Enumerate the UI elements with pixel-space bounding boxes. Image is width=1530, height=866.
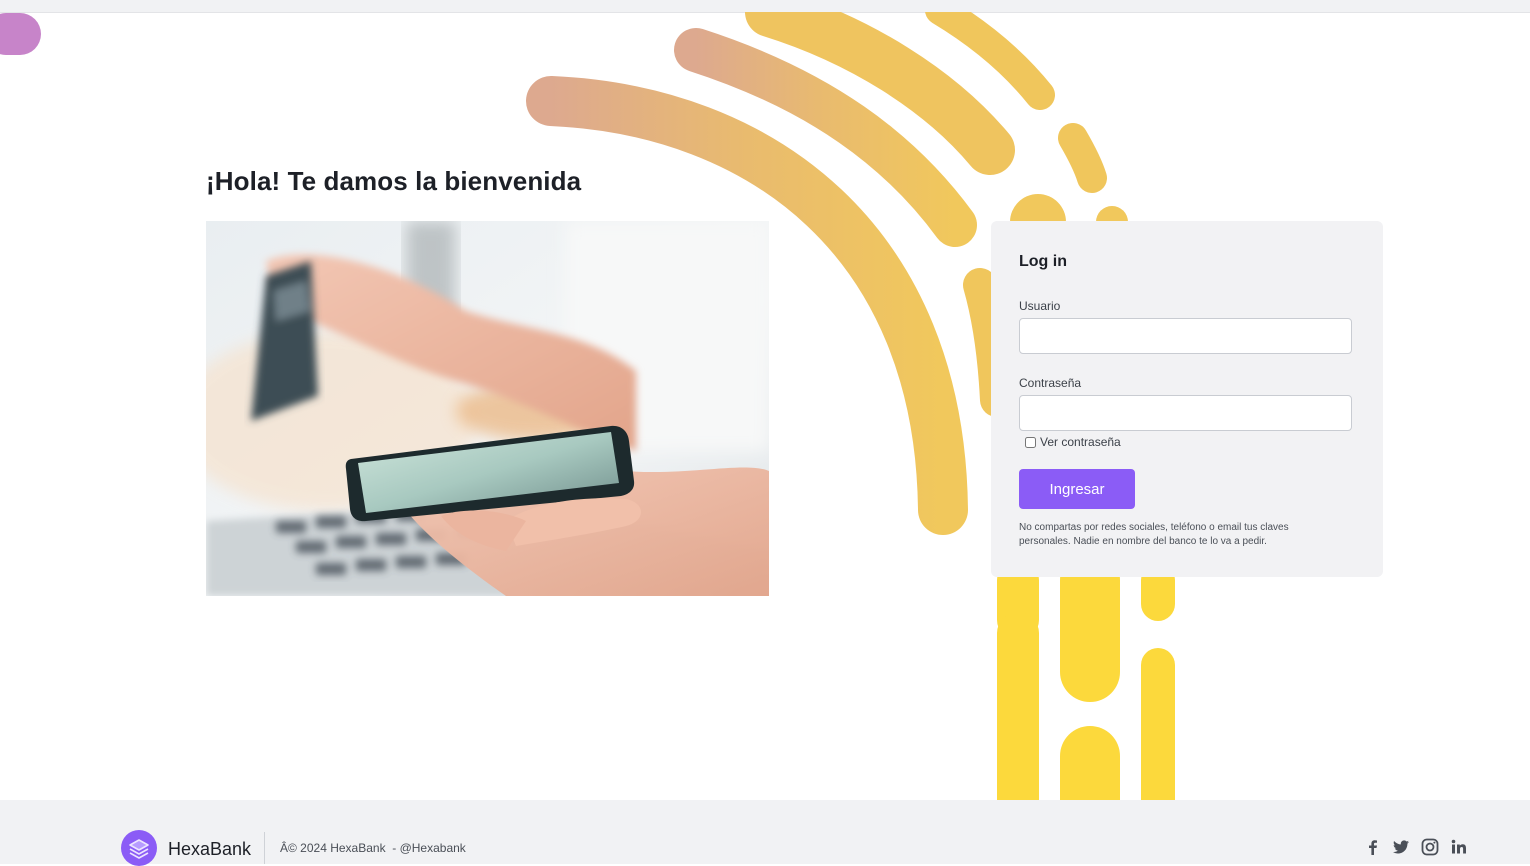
instagram-icon[interactable] xyxy=(1421,838,1439,856)
username-label: Usuario xyxy=(1019,299,1061,313)
browser-top-border xyxy=(0,0,1530,13)
welcome-heading: ¡Hola! Te damos la bienvenida xyxy=(206,166,582,196)
login-submit-button[interactable]: Ingresar xyxy=(1019,469,1135,509)
footer-brand: HexaBank xyxy=(168,839,252,859)
show-password-checkbox[interactable] xyxy=(1025,436,1036,448)
show-password-label: Ver contraseña xyxy=(1040,435,1121,449)
username-input[interactable] xyxy=(1019,318,1352,354)
login-title: Log in xyxy=(1019,253,1067,270)
login-card: Log in Usuario Contraseña Ver contraseña… xyxy=(991,221,1383,577)
facebook-icon[interactable] xyxy=(1364,838,1382,856)
password-label: Contraseña xyxy=(1019,376,1082,390)
footer-divider xyxy=(264,832,265,864)
linkedin-icon[interactable] xyxy=(1450,838,1468,856)
footer-copyright: Â© 2024 HexaBank - @Hexabank xyxy=(280,841,466,855)
security-disclaimer: No compartas por redes sociales, teléfon… xyxy=(1019,522,1289,547)
footer: HexaBank Â© 2024 HexaBank - @Hexabank xyxy=(0,800,1530,866)
hexabank-logo-icon xyxy=(121,830,157,866)
hero-image xyxy=(206,221,769,596)
password-input[interactable] xyxy=(1019,395,1352,431)
twitter-icon[interactable] xyxy=(1392,838,1410,856)
show-password-row: Ver contraseña xyxy=(1025,435,1121,449)
